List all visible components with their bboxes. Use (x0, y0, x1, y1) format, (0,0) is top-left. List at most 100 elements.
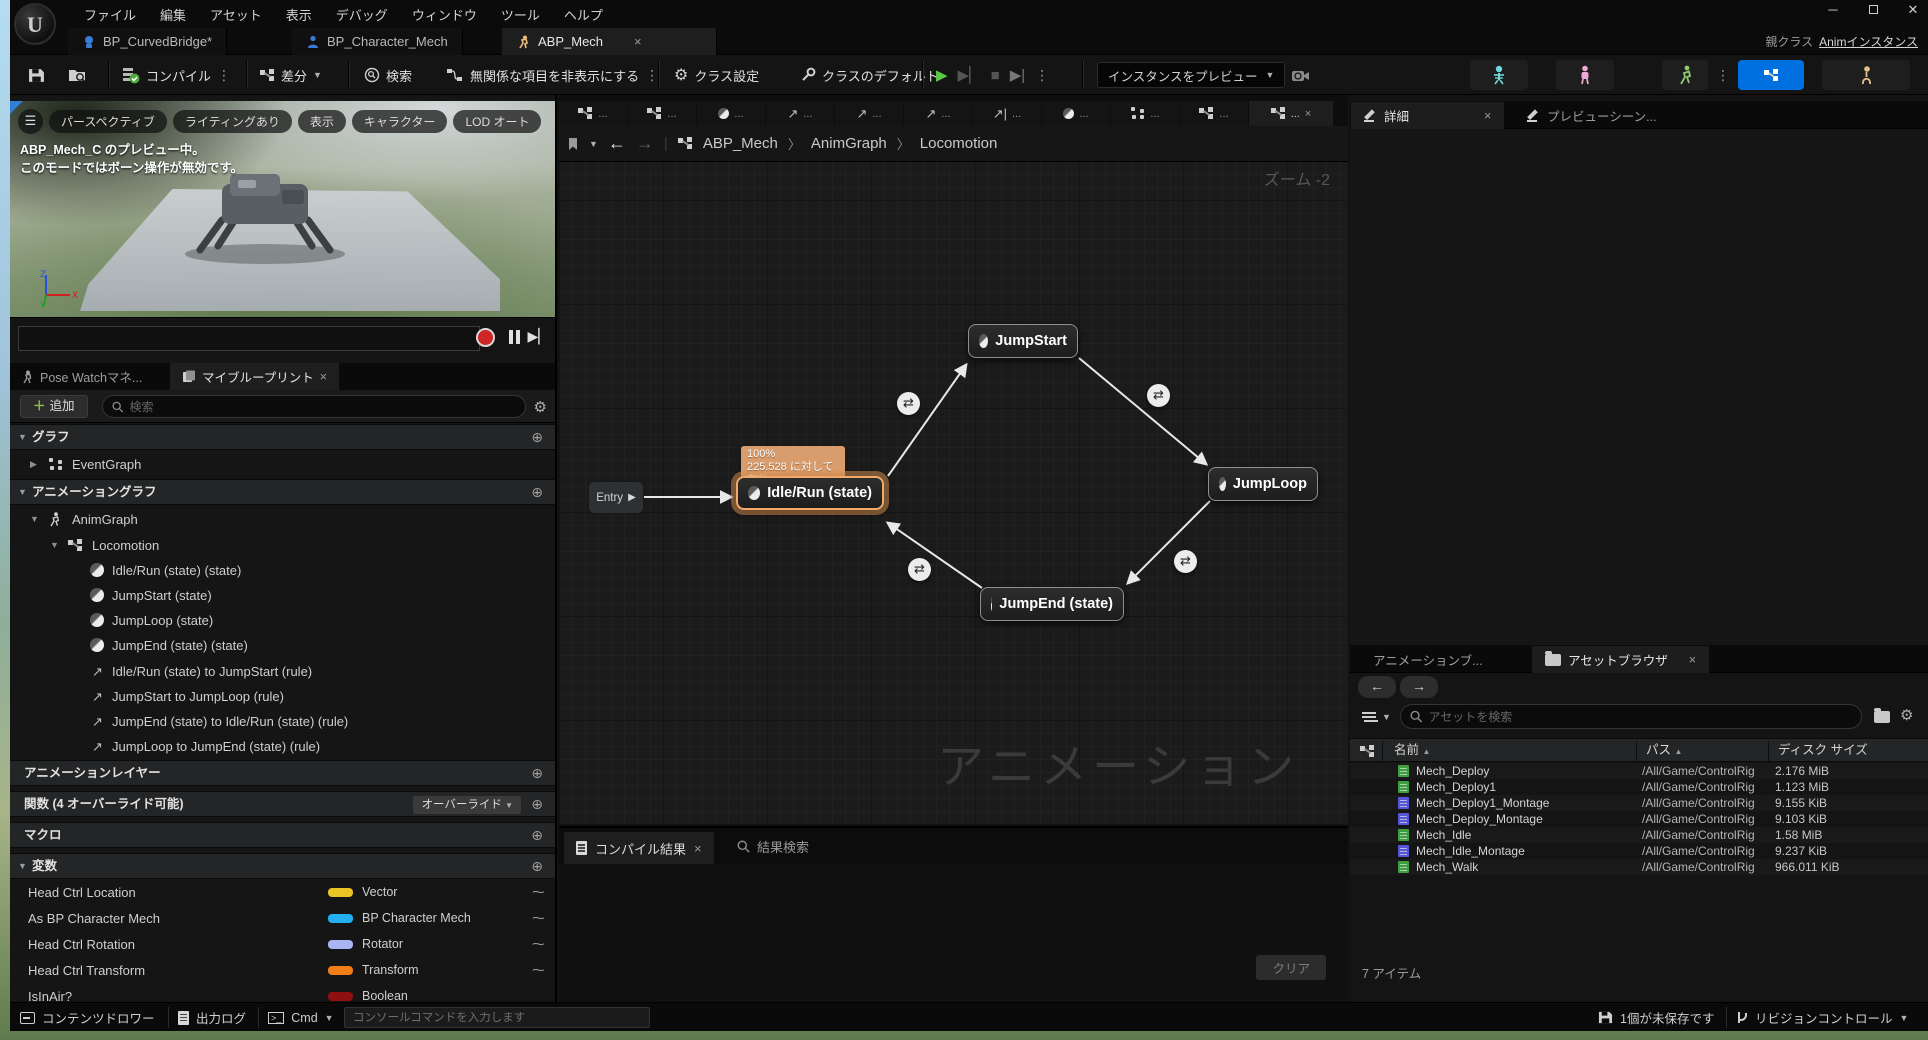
add-animation-graph-icon[interactable]: ⊕ (531, 480, 543, 505)
watch-wave-icon[interactable]: ~ (532, 906, 545, 931)
variable-row[interactable]: Head Ctrl Location Vector ~ (10, 880, 555, 905)
tree-item-state-jumpstart[interactable]: JumpStart (state) (10, 583, 555, 608)
browse-asset-button[interactable] (68, 55, 87, 95)
tree-item-rule-jumpstart-jumploop[interactable]: ↗ JumpStart to JumpLoop (rule) (10, 684, 555, 709)
back-button[interactable]: ← (1358, 676, 1396, 698)
section-functions[interactable]: 関数 (4 オーバーライド可能) オーバーライド ▼ ⊕ (10, 791, 555, 817)
transition-rule-idlerun-jumpstart[interactable]: ⇄ (897, 392, 920, 415)
graph-tab[interactable]: ... (628, 101, 696, 126)
my-blueprint-search[interactable] (102, 395, 526, 418)
asset-search[interactable] (1400, 704, 1862, 729)
section-animation-layers[interactable]: アニメーションレイヤー ⊕ (10, 760, 555, 786)
menu-tools[interactable]: ツール (489, 0, 552, 29)
watch-wave-icon[interactable]: ~ (532, 932, 545, 957)
class-defaults-button[interactable]: クラスのデフォルト (800, 55, 939, 95)
animation-mode-button[interactable] (1662, 60, 1708, 90)
add-variable-icon[interactable]: ⊕ (531, 854, 543, 879)
tab-animation-blueprint[interactable]: アニメーションブ... (1360, 646, 1496, 673)
state-node-jumpstart[interactable]: JumpStart (968, 324, 1078, 358)
console-input[interactable] (353, 1011, 641, 1024)
skip-button[interactable]: ▶| (1010, 66, 1025, 84)
show-pill[interactable]: 表示 (297, 110, 346, 133)
chevron-down-icon[interactable]: ▼ (1382, 712, 1391, 722)
menu-file[interactable]: ファイル (72, 0, 148, 29)
mesh-mode-button[interactable] (1556, 60, 1614, 90)
tab-preview-scene[interactable]: プレビューシーン... (1514, 102, 1670, 129)
section-graphs[interactable]: ▼ グラフ ⊕ (10, 424, 555, 450)
menu-edit[interactable]: 編集 (148, 0, 198, 29)
character-pill[interactable]: キャラクター (351, 110, 448, 133)
state-machine-canvas[interactable]: ズーム -2 アニメーション Entry ▶ 100% 225.528 に対して… (559, 162, 1348, 825)
asset-row[interactable]: Mech_Walk/All/Game/ControlRig 966.011 KiB (1350, 859, 1928, 875)
step-forward-button[interactable]: ▶▏ (527, 328, 549, 345)
graph-tab[interactable]: ↗... (766, 101, 834, 126)
tab-details[interactable]: 詳細 × (1351, 102, 1505, 129)
close-icon[interactable]: × (634, 34, 642, 49)
compile-button[interactable]: コンパイル ⋮ (122, 55, 231, 95)
chevron-down-icon[interactable]: ▼ (589, 139, 598, 149)
stop-button[interactable]: ■ (991, 67, 1000, 84)
viewport-menu-icon[interactable]: ☰ (18, 109, 43, 134)
tree-item-state-idlerun[interactable]: Idle/Run (state) (state) (10, 558, 555, 583)
asset-row[interactable]: Mech_Idle_Montage/All/Game/ControlRig 9.2… (1350, 843, 1928, 859)
watch-wave-icon[interactable]: ~ (532, 880, 545, 905)
tab-asset-browser[interactable]: アセットブラウザ × (1532, 646, 1710, 673)
breadcrumb-abp-mech[interactable]: ABP_Mech (703, 135, 778, 152)
play-button[interactable]: ▶ (936, 66, 948, 84)
variable-row[interactable]: IsInAir? Boolean (10, 984, 555, 1002)
add-animation-layer-icon[interactable]: ⊕ (531, 761, 543, 786)
graph-tab[interactable]: ... (697, 101, 765, 126)
preview-viewport[interactable]: ☰ パースペクティブ ライティングあり 表示 キャラクター LOD オート AB… (10, 101, 555, 317)
tree-item-locomotion[interactable]: ▼ Locomotion (10, 533, 555, 558)
graph-tab[interactable]: ... (1042, 101, 1110, 126)
find-button[interactable]: 検索 (364, 55, 412, 95)
tree-item-state-jumploop[interactable]: JumpLoop (state) (10, 608, 555, 633)
diff-button[interactable]: 差分 ▼ (260, 55, 322, 95)
hide-unrelated-button[interactable]: 無関係な項目を非表示にする ⋮ (446, 55, 659, 95)
menu-asset[interactable]: アセット (198, 0, 274, 29)
column-path[interactable]: パス ▲ (1646, 739, 1682, 763)
parent-class-link[interactable]: Animインスタンス (1819, 35, 1918, 49)
cmd-dropdown[interactable]: >_ Cmd ▼ (268, 1003, 334, 1032)
tab-abp-mech[interactable]: ABP_Mech × (502, 28, 717, 55)
skeleton-mode-button[interactable] (1470, 60, 1528, 90)
close-icon[interactable]: × (320, 370, 327, 384)
menu-window[interactable]: ウィンドウ (400, 0, 489, 29)
graph-tab[interactable]: ↗... (835, 101, 903, 126)
blueprint-mode-button[interactable] (1738, 60, 1804, 90)
unsaved-status[interactable]: 1個が未保存です (1598, 1003, 1714, 1032)
asset-search-input[interactable] (1428, 709, 1852, 724)
tab-pose-watch[interactable]: Pose Watchマネ... (10, 363, 154, 390)
class-settings-button[interactable]: ⚙ クラス設定 (674, 55, 759, 95)
variable-row[interactable]: Head Ctrl Transform Transform ~ (10, 958, 555, 983)
graph-tab[interactable]: ↗... (904, 101, 972, 126)
section-variables[interactable]: ▼ 変数 ⊕ (10, 853, 555, 879)
column-source-icon[interactable] (1360, 745, 1375, 758)
column-size[interactable]: ディスク サイズ (1778, 739, 1868, 762)
open-folder-icon[interactable] (1874, 708, 1890, 723)
tree-item-rule-jumploop-jumpend[interactable]: ↗ JumpLoop to JumpEnd (state) (rule) (10, 734, 555, 759)
graph-tab[interactable]: ↗|... (973, 101, 1041, 126)
add-macro-icon[interactable]: ⊕ (531, 823, 543, 848)
asset-row[interactable]: Mech_Deploy_Montage/All/Game/ControlRig 9… (1350, 811, 1928, 827)
animation-mode-options-icon[interactable]: ⋮ (1716, 67, 1730, 84)
forward-arrow[interactable]: → (636, 133, 654, 154)
graph-tab[interactable]: ... (559, 101, 627, 126)
transition-rule-jumpend-idlerun[interactable]: ⇄ (908, 558, 931, 581)
revision-control-button[interactable]: リビジョンコントロール ▼ (1736, 1003, 1908, 1032)
tree-item-state-jumpend[interactable]: JumpEnd (state) (state) (10, 633, 555, 658)
perspective-pill[interactable]: パースペクティブ (49, 110, 167, 133)
output-log-button[interactable]: 出力ログ (178, 1003, 246, 1032)
close-icon[interactable]: × (1484, 109, 1491, 123)
settings-gear-icon[interactable]: ⚙ (1900, 706, 1913, 724)
record-button[interactable] (476, 328, 495, 347)
state-node-idle-run[interactable]: Idle/Run (state) (736, 476, 884, 510)
graph-tab-active[interactable]: ... × (1249, 101, 1333, 126)
maximize-button[interactable] (1864, 2, 1882, 18)
add-function-icon[interactable]: ⊕ (531, 792, 543, 817)
section-animation-graphs[interactable]: ▼ アニメーショングラフ ⊕ (10, 479, 555, 505)
menu-help[interactable]: ヘルプ (552, 0, 615, 29)
asset-row[interactable]: Mech_Deploy1_Montage/All/Game/ControlRig… (1350, 795, 1928, 811)
tab-compile-results[interactable]: コンパイル結果 × (564, 832, 714, 864)
tree-item-animgraph[interactable]: ▼ AnimGraph (10, 507, 555, 532)
